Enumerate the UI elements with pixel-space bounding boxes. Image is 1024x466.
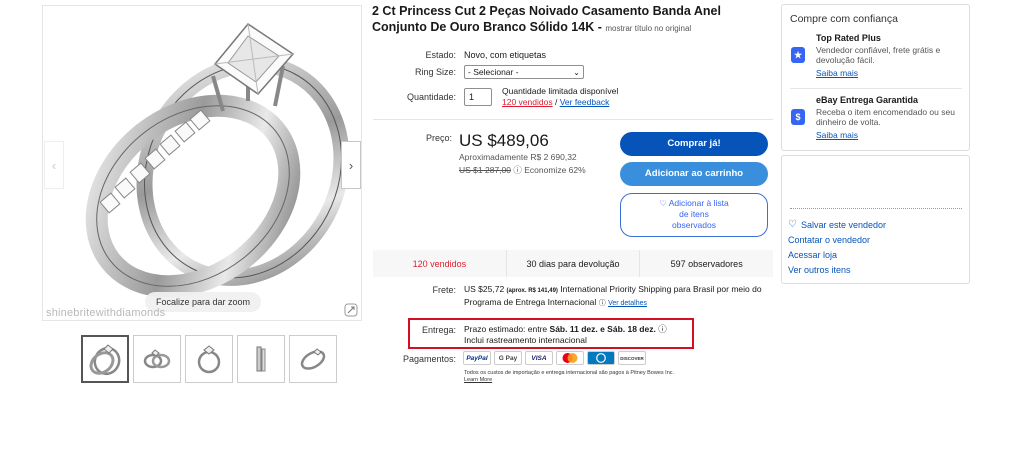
watch-line-3: observados [672, 220, 716, 230]
mastercard-logo [562, 353, 578, 363]
quantity-note: Quantidade limitada disponível [502, 86, 619, 96]
save-seller-text: Salvar este vendedor [800, 219, 887, 230]
ring-side-icon [256, 346, 266, 372]
watch-line-2: de itens [679, 209, 709, 219]
contact-seller-link[interactable]: Contatar o vendedor [788, 235, 870, 245]
listing-title: 2 Ct Princess Cut 2 Peças Noivado Casame… [372, 3, 772, 37]
google-pay-icon: G Pay [494, 351, 522, 365]
stat-sold: 120 vendidos [373, 250, 507, 277]
thumbnail-3[interactable] [185, 335, 233, 383]
shipping-info: US $25,72 (aprox. R$ 141,49) Internation… [464, 284, 774, 309]
ring-angle-icon [300, 348, 326, 370]
heart-icon: ♡ [788, 219, 797, 230]
previous-image-button[interactable]: ‹ [44, 141, 64, 189]
ring-pair-icon [143, 349, 171, 369]
visa-icon: VISA [525, 351, 553, 365]
thumbnail-strip [81, 335, 337, 383]
top-rated-badge-icon: ★ [791, 47, 805, 63]
learn-more-link[interactable]: Learn More [464, 377, 492, 384]
info-icon[interactable]: ⓘ [513, 165, 522, 175]
ring-size-select[interactable]: - Selecionar - ⌄ [464, 65, 584, 79]
condition-label: Estado: [425, 50, 456, 60]
guarantee-description: Receba o item encomendado ou seu dinheir… [816, 107, 955, 127]
ring-thumbnail-icon [89, 344, 121, 376]
view-feedback-link[interactable]: Ver feedback [560, 97, 610, 107]
see-other-items-link[interactable]: Ver outros itens [788, 265, 851, 275]
diners-club-icon [587, 351, 615, 365]
sold-feedback-line: 120 vendidos / Ver feedback [502, 97, 609, 107]
shipping-method: International Priority Shipping para Bra… [560, 284, 715, 294]
price-label: Preço: [425, 133, 452, 143]
ring-image [85, 23, 350, 298]
shipping-info-icon[interactable]: ⓘ [599, 300, 606, 307]
top-rated-learn-more-link[interactable]: Saiba mais [816, 68, 858, 78]
image-watermark: shinebritewithdiamonds [46, 307, 166, 319]
shipping-approx: (aprox. R$ 141,49) [506, 288, 558, 294]
ring-size-selected: - Selecionar - [468, 67, 519, 77]
payments-label: Pagamentos: [402, 354, 456, 364]
guarantee-badge-icon: $ [791, 109, 805, 125]
save-seller-link[interactable]: ♡ Salvar este vendedor [788, 219, 886, 230]
thumbnail-2[interactable] [133, 335, 181, 383]
main-product-image[interactable]: ‹ › Focalize para dar zoom shinebritewit… [42, 5, 362, 321]
shop-with-confidence-panel: Compre com confiança ★ Top Rated Plus Ve… [781, 4, 970, 151]
thumbnail-4[interactable] [237, 335, 285, 383]
ring-size-label: Ring Size: [414, 67, 456, 77]
buy-now-button[interactable]: Comprar já! [620, 132, 768, 156]
shipping-cost: US $25,72 [464, 284, 505, 294]
chevron-down-icon: ⌄ [573, 67, 580, 77]
watch-line-1: ♡ Adicionar à lista [659, 198, 729, 208]
thumbnail-5[interactable] [289, 335, 337, 383]
condition-value: Novo, com etiquetas [464, 50, 547, 60]
diners-logo [596, 353, 606, 363]
panel-divider [790, 88, 962, 89]
delivery-dates: Sáb. 11 dez. e Sáb. 18 dez. [549, 324, 656, 334]
link-separator: / [554, 97, 558, 107]
expand-icon[interactable] [344, 303, 358, 317]
stat-returns: 30 dias para devolução [507, 250, 641, 277]
sold-count-link[interactable]: 120 vendidos [502, 97, 553, 107]
ring-front-icon [197, 345, 221, 374]
add-to-cart-button[interactable]: Adicionar ao carrinho [620, 162, 768, 186]
top-rated-heading: Top Rated Plus [816, 33, 881, 43]
stat-watchers: 597 observadores [670, 258, 743, 269]
shipping-details-link[interactable]: Ver detalhes [608, 300, 647, 307]
guarantee-learn-more-link[interactable]: Saiba mais [816, 130, 858, 140]
delivery-tracking: Inclui rastreamento internacional [464, 335, 587, 345]
listing-stats-bar: 120 vendidos 30 dias para devolução 597 … [373, 250, 773, 277]
thumbnail-1[interactable] [81, 335, 129, 383]
add-to-watchlist-button[interactable]: ♡ Adicionar à lista de itens observados [620, 193, 768, 237]
quantity-label: Quantidade: [406, 92, 456, 102]
savings-text: Economize 62% [524, 165, 586, 175]
seller-divider [790, 208, 962, 209]
show-original-title-link[interactable]: mostrar título no original [605, 24, 691, 33]
original-price: US $1 287,00 [459, 165, 511, 175]
next-image-button[interactable]: › [341, 141, 361, 189]
mastercard-icon [556, 351, 584, 365]
paypal-icon: PayPal [463, 351, 491, 365]
seller-panel: ♡ Salvar este vendedor Contatar o vended… [781, 155, 970, 284]
discover-icon: DISCOVER [618, 351, 646, 365]
payment-methods: PayPal G Pay VISA DISCOVER [463, 351, 646, 365]
divider-top [373, 119, 773, 120]
panel-title: Compre com confiança [790, 13, 898, 25]
delivery-prefix: Prazo estimado: entre [464, 324, 548, 334]
top-rated-description: Vendedor confiável, frete grátis e devol… [816, 45, 941, 65]
import-fees-note: Todos os custos de importação e entrega … [464, 370, 675, 376]
visit-store-link[interactable]: Acessar loja [788, 250, 837, 260]
price-approx: Aproximadamente R$ 2 690,32 [459, 152, 577, 162]
delivery-estimate: Prazo estimado: entre Sáb. 11 dez. e Sáb… [464, 323, 667, 335]
quantity-input[interactable]: 1 [464, 88, 492, 106]
delivery-label: Entrega: [421, 325, 456, 335]
price-original-line: US $1 287,00 ⓘ Economize 62% [459, 164, 586, 176]
guarantee-heading: eBay Entrega Garantida [816, 95, 919, 105]
shipping-label: Frete: [432, 285, 456, 295]
price-value: US $489,06 [459, 131, 549, 150]
delivery-info-icon[interactable]: ⓘ [658, 324, 667, 334]
